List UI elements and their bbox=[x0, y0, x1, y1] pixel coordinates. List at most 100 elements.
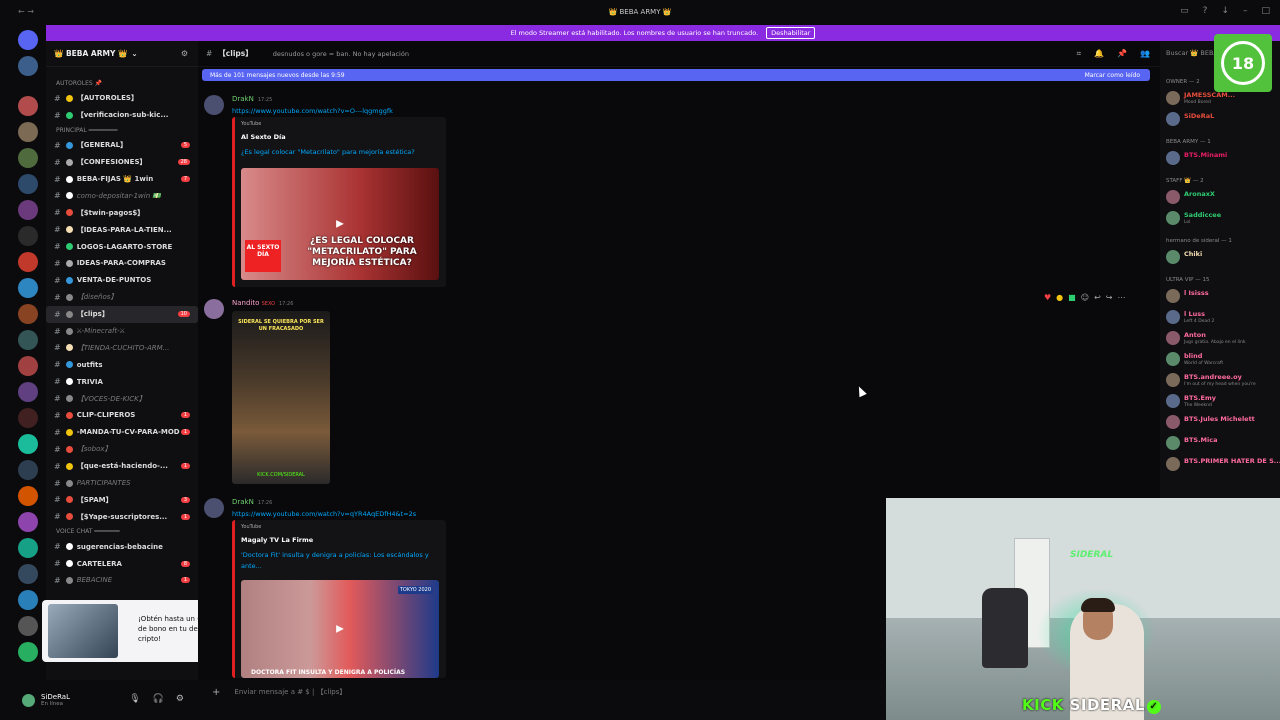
member-item[interactable]: blind World of Warcraft bbox=[1166, 351, 1280, 369]
home-icon[interactable] bbox=[18, 30, 38, 50]
disable-streamer-button[interactable]: Deshabilitar bbox=[766, 27, 816, 39]
channel-item[interactable]: # 【AUTOROLES】 bbox=[46, 90, 198, 107]
avatar[interactable] bbox=[204, 299, 224, 319]
member-item[interactable]: BTS.Jules Michelett bbox=[1166, 414, 1280, 432]
help-icon[interactable]: ? bbox=[1203, 6, 1208, 16]
check-reaction-icon[interactable]: ■ bbox=[1068, 293, 1076, 302]
member-item[interactable]: BTS.andreee.oy I'm out of my head when yo… bbox=[1166, 372, 1280, 390]
play-icon[interactable]: ▶ bbox=[336, 624, 344, 635]
channel-item[interactable]: # VENTA-DE-PUNTOS bbox=[46, 272, 198, 289]
avatar[interactable] bbox=[22, 693, 35, 707]
inbox-icon[interactable]: ▭ bbox=[1180, 6, 1189, 16]
channel-item[interactable]: # 【$twin-pagos$】 bbox=[46, 204, 198, 221]
video-thumbnail[interactable]: AL SEXTO DÍA ¿ES LEGAL COLOCAR "METACRIL… bbox=[241, 168, 439, 280]
pin-icon[interactable]: 📌 bbox=[1117, 49, 1127, 59]
nav-arrows-icon[interactable]: ← → bbox=[18, 7, 34, 16]
embed-title[interactable]: ¿Es legal colocar "Metacrilato" para mej… bbox=[241, 147, 415, 158]
video-thumbnail[interactable]: SIDERAL SE QUIEBRA POR SER UN FRACASADO … bbox=[232, 311, 330, 484]
channel-item[interactable]: # 【GENERAL】 5 bbox=[46, 137, 198, 154]
message-input[interactable]: + Enviar mensaje a # $ | 【clips】 bbox=[206, 684, 876, 700]
add-member-icon[interactable]: ⚙ bbox=[181, 49, 188, 58]
maximize-icon[interactable]: □ bbox=[1261, 6, 1270, 16]
more-icon[interactable]: ⋯ bbox=[1117, 293, 1125, 302]
channel-item[interactable]: # 【verificacion-sub-kic... bbox=[46, 107, 198, 124]
channel-item[interactable]: # 【CONFESIONES】 28 bbox=[46, 154, 198, 171]
server-icon[interactable] bbox=[18, 278, 38, 298]
message-link[interactable]: https://www.youtube.com/watch?v=qYR4AqED… bbox=[232, 510, 416, 518]
channel-item[interactable]: # IDEAS-PARA-COMPRAS bbox=[46, 255, 198, 272]
channel-topic[interactable]: desnudos o gore = ban. No hay apelación bbox=[273, 50, 409, 58]
server-icon[interactable] bbox=[18, 486, 38, 506]
server-icon[interactable] bbox=[18, 564, 38, 584]
member-item[interactable]: l Isisss bbox=[1166, 288, 1280, 306]
server-icon[interactable] bbox=[18, 200, 38, 220]
server-icon[interactable] bbox=[18, 590, 38, 610]
message-author[interactable]: DrakN 17:26 bbox=[232, 498, 272, 506]
channel-item[interactable]: # 【clips】 10 bbox=[46, 305, 198, 323]
message-author[interactable]: Nandito SEXO 17:26 bbox=[232, 299, 293, 307]
channel-item[interactable]: # ⚔-Minecraft-⚔ bbox=[46, 323, 198, 340]
forward-icon[interactable]: ↪ bbox=[1106, 293, 1113, 302]
channel-item[interactable]: # PARTICIPANTES bbox=[46, 475, 198, 492]
channel-item[interactable]: # BEBA-FIJAS 👑 1win 7 bbox=[46, 171, 198, 188]
channel-item[interactable]: # 【TIENDA-CUCHITO-ARM... bbox=[46, 339, 198, 356]
embed-author[interactable]: Magaly TV La Firme bbox=[241, 536, 313, 544]
channel-item[interactable]: # 【sobox】 bbox=[46, 441, 198, 458]
mic-icon[interactable]: 🎙 bbox=[129, 694, 140, 704]
add-reaction-icon[interactable]: ☺ bbox=[1081, 293, 1089, 302]
member-item[interactable]: SiDeRaL bbox=[1166, 111, 1280, 129]
channel-item[interactable]: # 【$Yape-suscriptores... 1 bbox=[46, 508, 198, 525]
server-icon[interactable] bbox=[18, 538, 38, 558]
settings-gear-icon[interactable]: ⚙ bbox=[176, 694, 184, 704]
avatar[interactable] bbox=[204, 95, 224, 115]
download-icon[interactable]: ↓ bbox=[1221, 6, 1229, 16]
server-icon[interactable] bbox=[18, 512, 38, 532]
channel-item[interactable]: # como-depositar-1win 💵 bbox=[46, 187, 198, 204]
members-icon[interactable]: 👥 bbox=[1140, 49, 1150, 59]
member-item[interactable]: Chiki bbox=[1166, 249, 1280, 267]
member-item[interactable]: Anton Jugs gratia. Abajo en el link bbox=[1166, 330, 1280, 348]
channel-item[interactable]: # 【SPAM】 3 bbox=[46, 491, 198, 508]
member-item[interactable]: BTS.PRIMER HATER DE S... bbox=[1166, 456, 1280, 474]
channel-category[interactable]: VOICE CHAT ━━━━━━━ bbox=[46, 525, 198, 538]
channel-item[interactable]: # CARTELERA 8 bbox=[46, 555, 198, 572]
channel-item[interactable]: # 【que-está-haciendo-... 1 bbox=[46, 458, 198, 475]
channel-item[interactable]: # LOGOS-LAGARTO-STORE bbox=[46, 238, 198, 255]
server-icon[interactable] bbox=[18, 330, 38, 350]
server-icon[interactable] bbox=[18, 616, 38, 636]
heart-reaction-icon[interactable]: ♥ bbox=[1044, 293, 1051, 302]
threads-icon[interactable]: ⌗ bbox=[1077, 49, 1082, 59]
server-header[interactable]: 👑 BEBA ARMY 👑 ⌄ ⚙ bbox=[46, 41, 198, 67]
member-item[interactable]: BTS.Mica bbox=[1166, 435, 1280, 453]
server-icon[interactable] bbox=[18, 304, 38, 324]
channel-category[interactable]: PRINCIPAL ━━━━━━━━ bbox=[46, 124, 198, 137]
coin-reaction-icon[interactable]: ● bbox=[1056, 293, 1063, 302]
channel-item[interactable]: # BEBACINE 1 bbox=[46, 572, 198, 589]
video-thumbnail[interactable]: TOKYO 2020 DOCTORA FIT INSULTA Y DENIGRA… bbox=[241, 580, 439, 678]
member-item[interactable]: Saddiccee Lol bbox=[1166, 210, 1280, 228]
member-item[interactable]: JAMESSCAM... Mood Bored bbox=[1166, 90, 1280, 108]
message-link[interactable]: https://www.youtube.com/watch?v=O---lqgm… bbox=[232, 107, 393, 115]
server-icon[interactable] bbox=[18, 382, 38, 402]
add-attachment-icon[interactable]: + bbox=[212, 687, 220, 698]
server-icon[interactable] bbox=[18, 356, 38, 376]
channel-category[interactable]: AUTOROLES 📌 bbox=[46, 77, 198, 90]
server-icon[interactable] bbox=[18, 434, 38, 454]
server-icon[interactable] bbox=[18, 642, 38, 662]
channel-item[interactable]: # CLIP-CLIPEROS 1 bbox=[46, 407, 198, 424]
server-icon[interactable] bbox=[18, 226, 38, 246]
embed-author[interactable]: Al Sexto Día bbox=[241, 133, 286, 141]
server-icon[interactable] bbox=[18, 148, 38, 168]
server-icon[interactable] bbox=[18, 174, 38, 194]
member-item[interactable]: BTS.Emy The Weeknd bbox=[1166, 393, 1280, 411]
channel-item[interactable]: # 【diseños】 bbox=[46, 289, 198, 306]
channel-item[interactable]: # sugerencias-bebacine bbox=[46, 538, 198, 555]
member-item[interactable]: l Luss Left 4 Dead 2 bbox=[1166, 309, 1280, 327]
member-item[interactable]: BTS.Minami bbox=[1166, 150, 1280, 168]
server-icon[interactable] bbox=[18, 408, 38, 428]
server-icon[interactable] bbox=[18, 56, 38, 76]
channel-item[interactable]: # 【VOCES-DE-KICK】 bbox=[46, 390, 198, 407]
play-icon[interactable]: ▶ bbox=[336, 219, 344, 230]
server-icon[interactable] bbox=[18, 252, 38, 272]
message-author[interactable]: DrakN 17:25 bbox=[232, 95, 272, 103]
